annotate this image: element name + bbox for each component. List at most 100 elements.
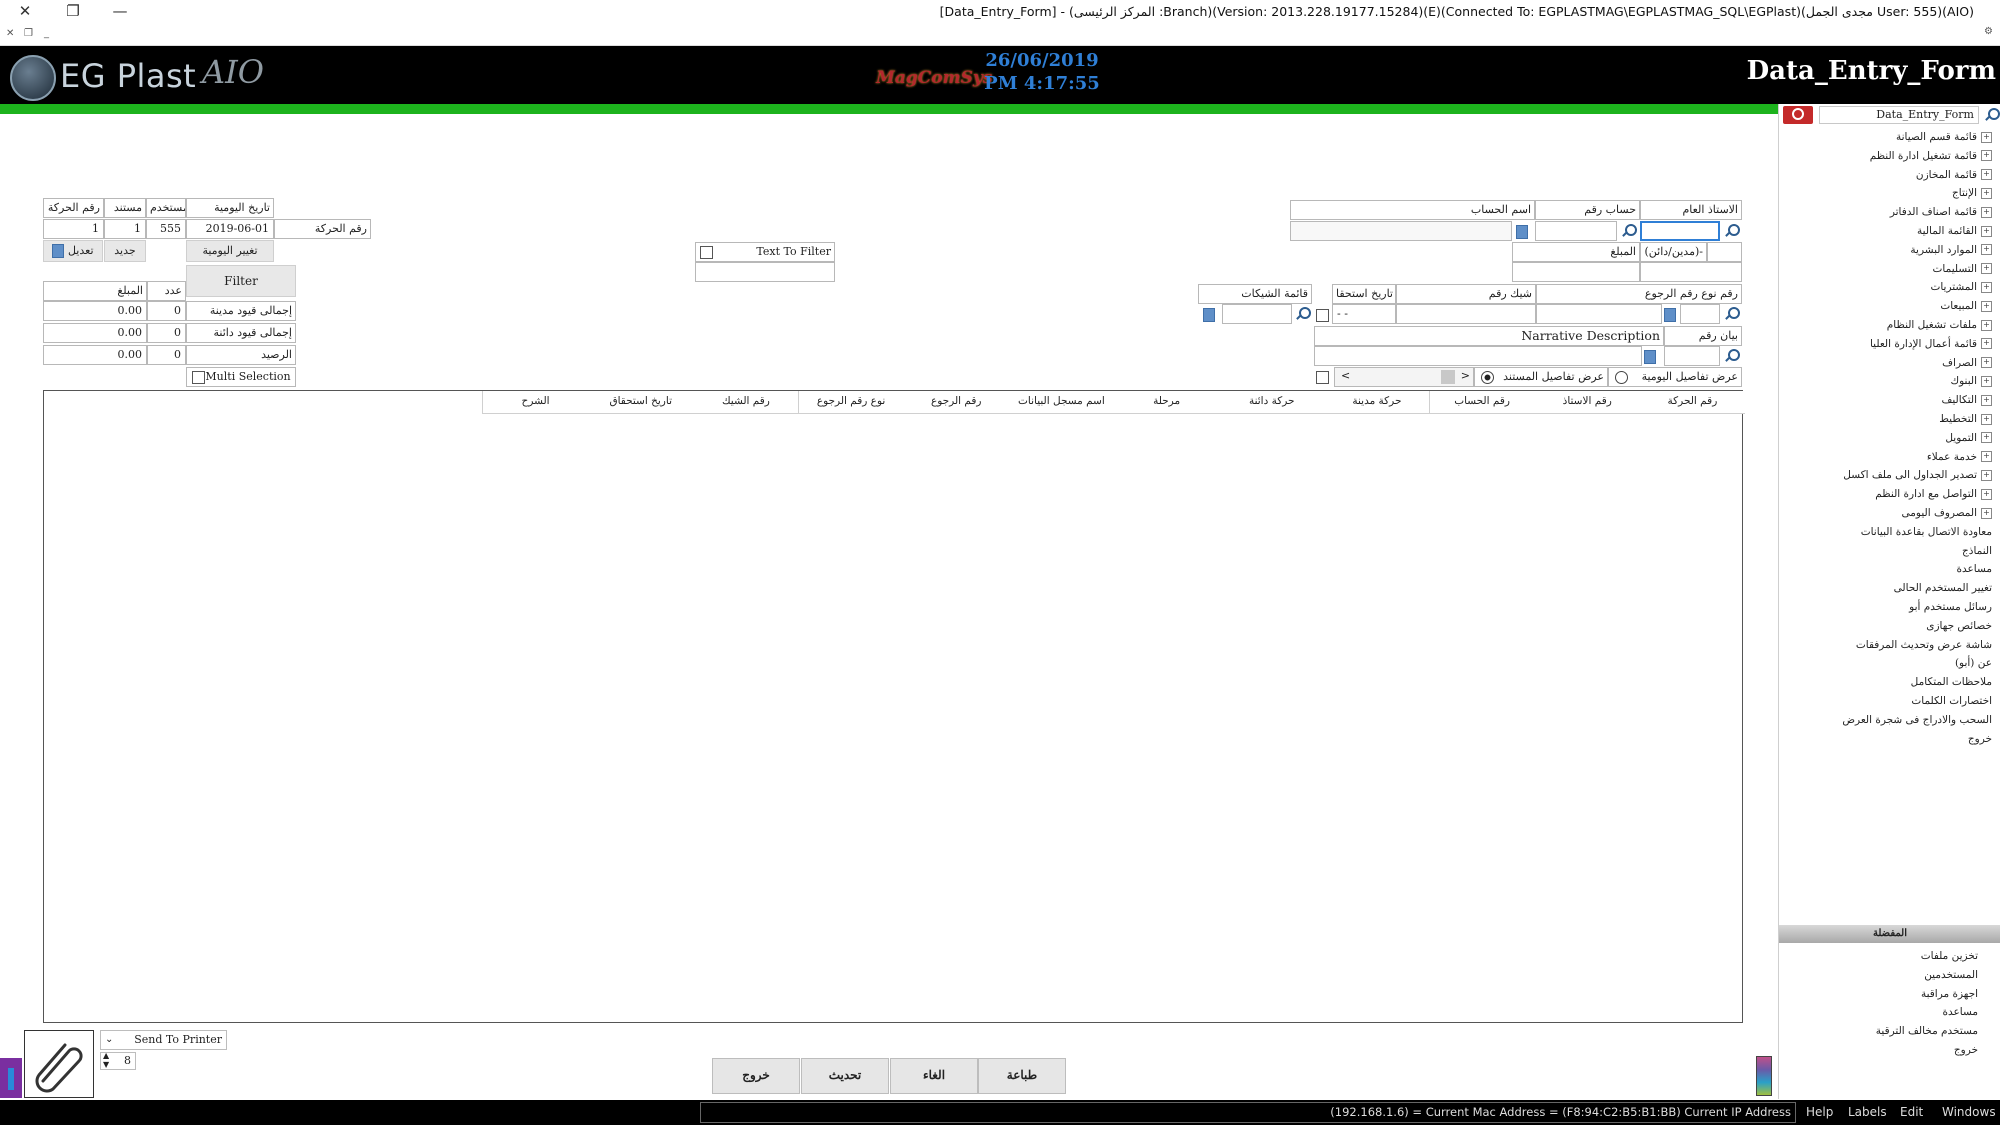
expand-icon[interactable]: +: [1981, 131, 1992, 143]
sidebar-tree-item[interactable]: ملاحظات المتكامل: [1911, 673, 1992, 691]
cheque-list-lookup-icon[interactable]: [1203, 308, 1215, 322]
grid-column-header[interactable]: رقم الحساب: [1428, 391, 1535, 414]
sidebar-tree-item[interactable]: البنوك +: [1950, 372, 1992, 390]
narrative-input[interactable]: [1314, 346, 1642, 366]
ref-lookup-icon[interactable]: [1664, 308, 1676, 322]
stepper-arrows-icon[interactable]: ▲ ▼: [103, 1051, 109, 1069]
sidebar-tree-item[interactable]: الإنتاج +: [1952, 184, 1992, 202]
print-button[interactable]: طباعة: [978, 1058, 1066, 1094]
sidebar-tree-item[interactable]: التمويل +: [1945, 429, 1992, 447]
sidebar-tree-item[interactable]: التكاليف +: [1941, 391, 1992, 409]
menu-windows[interactable]: Windows: [1942, 1105, 1996, 1119]
sidebar-tree-item[interactable]: خدمة عملاء +: [1927, 448, 1992, 466]
grid-column-header[interactable]: الشرح: [482, 391, 589, 414]
text-to-filter-input[interactable]: [695, 262, 835, 282]
expand-icon[interactable]: +: [1981, 206, 1992, 218]
sidebar-tree-item[interactable]: التسليمات +: [1933, 260, 1992, 278]
ref-type-input[interactable]: [1536, 304, 1662, 324]
sidebar-tree-item[interactable]: التخطيط +: [1939, 410, 1992, 428]
new-button[interactable]: جديد: [104, 240, 146, 262]
expand-icon[interactable]: +: [1981, 225, 1992, 237]
debit-credit-value[interactable]: [1640, 262, 1742, 282]
journal-details-radio[interactable]: [1615, 371, 1628, 384]
grid-column-header[interactable]: رقم الرجوع: [902, 391, 1009, 414]
cancel-button[interactable]: الغاء: [890, 1058, 978, 1094]
exit-button[interactable]: خروج: [712, 1058, 800, 1094]
statement-no-input[interactable]: [1664, 346, 1720, 366]
expand-icon[interactable]: +: [1981, 507, 1992, 519]
favorite-item[interactable]: مساعدة: [1943, 1003, 1978, 1021]
grid-column-header[interactable]: رقم الحركة: [1638, 391, 1745, 414]
multi-selection-option[interactable]: Multi Selection: [186, 367, 296, 387]
send-to-printer-dropdown[interactable]: ⌄ Send To Printer: [100, 1030, 227, 1050]
grid-column-header[interactable]: رقم الاستاذ: [1533, 391, 1640, 414]
grid-column-header[interactable]: نوع رقم الرجوع: [797, 391, 904, 414]
show-doc-details-option[interactable]: عرض تفاصيل المستند: [1474, 367, 1608, 387]
expand-icon[interactable]: +: [1981, 488, 1992, 500]
sidebar-tree-item[interactable]: المبيعات +: [1940, 297, 1992, 315]
expand-icon[interactable]: +: [1981, 394, 1992, 406]
navigator-checkbox[interactable]: [1316, 371, 1329, 384]
sidebar-tree-item[interactable]: المصروف اليومى +: [1902, 504, 1992, 522]
cheque-list-search-icon[interactable]: [1294, 306, 1311, 322]
expand-icon[interactable]: +: [1981, 244, 1992, 256]
account-lookup-icon[interactable]: [1516, 225, 1528, 239]
account-no-input[interactable]: [1535, 221, 1617, 241]
entries-grid[interactable]: رقم الحركة رقم الاستاذ رقم الحساب حركة مدين…: [43, 390, 1745, 1023]
account-search-icon[interactable]: [1620, 223, 1637, 239]
minimize-window-icon[interactable]: —: [105, 2, 135, 22]
expand-icon[interactable]: +: [1981, 432, 1992, 444]
sidebar-tree-item[interactable]: خروج: [1968, 730, 1992, 748]
close-window-icon[interactable]: ✕: [10, 2, 40, 22]
sidebar-tree-item[interactable]: ملفات تشغيل النظام +: [1887, 316, 1992, 334]
expand-icon[interactable]: +: [1981, 375, 1992, 387]
sidebar-tree-item[interactable]: تصدير الجداول الى ملف اكسل +: [1843, 466, 1992, 484]
sidebar-find-icon[interactable]: [1983, 107, 2000, 123]
expand-icon[interactable]: +: [1981, 150, 1992, 162]
sidebar-tree-item[interactable]: قائمة أعمال الإدارة العليا +: [1870, 335, 1992, 353]
cheque-list-input[interactable]: [1222, 304, 1292, 324]
edit-button[interactable]: تعديل: [43, 240, 103, 262]
expand-icon[interactable]: +: [1981, 319, 1992, 331]
sidebar-tree-item[interactable]: السحب والادراج فى شجرة العرض: [1842, 711, 1992, 729]
expand-icon[interactable]: +: [1981, 263, 1992, 275]
debit-credit-input[interactable]: [1707, 242, 1742, 262]
refresh-button[interactable]: تحديث: [801, 1058, 889, 1094]
expand-icon[interactable]: +: [1981, 338, 1992, 350]
filter-button[interactable]: Filter: [186, 265, 296, 297]
sidebar-tree-item[interactable]: رسائل مستخدم أبو: [1909, 598, 1992, 616]
sidebar-tree-item[interactable]: شاشة عرض وتحديث المرفقات: [1856, 636, 1992, 654]
grid-column-header[interactable]: تاريخ استحقاق: [587, 391, 694, 414]
sidebar-tree-item[interactable]: خصائص جهازى: [1926, 617, 1992, 635]
sidebar-tree-item[interactable]: قائمة تشغيل ادارة النظم +: [1870, 147, 1992, 165]
due-date-input[interactable]: - -: [1332, 304, 1396, 324]
expand-icon[interactable]: +: [1981, 281, 1992, 293]
sidebar-tree-item[interactable]: قائمة اصناف الدفاتر +: [1890, 203, 1992, 221]
user-value[interactable]: 555: [146, 219, 186, 239]
favorite-item[interactable]: مستخدم مخالف الترقية: [1876, 1022, 1978, 1040]
sidebar-tree-item[interactable]: عن (أبو): [1955, 654, 1992, 672]
favorite-item[interactable]: اجهزة مراقبة: [1921, 985, 1978, 1003]
copies-stepper[interactable]: ▲ ▼ 8: [100, 1051, 136, 1070]
expand-icon[interactable]: +: [1981, 187, 1992, 199]
restore-window-icon[interactable]: ❐: [58, 2, 88, 22]
change-journal-button[interactable]: تغيير اليومية: [186, 240, 274, 262]
general-ledger-input[interactable]: [1640, 221, 1720, 241]
ledger-search-icon[interactable]: [1723, 223, 1740, 239]
text-to-filter-checkbox[interactable]: [700, 246, 713, 259]
sidebar-tree-item[interactable]: مساعدة: [1957, 560, 1992, 578]
sidebar-tree-item[interactable]: قائمة المخازن +: [1916, 166, 1992, 184]
multi-selection-checkbox[interactable]: [192, 371, 205, 384]
sidebar-search-button[interactable]: [1783, 106, 1813, 124]
menu-edit[interactable]: Edit: [1900, 1105, 1923, 1119]
menu-help[interactable]: Help: [1806, 1105, 1833, 1119]
small-close-icon[interactable]: ✕: [6, 28, 14, 39]
expand-icon[interactable]: +: [1981, 413, 1992, 425]
statement-lookup-icon[interactable]: [1644, 350, 1656, 364]
amount-input[interactable]: [1512, 262, 1640, 282]
nav-next-icon[interactable]: >: [1461, 368, 1470, 384]
cheque-no-input[interactable]: [1396, 304, 1536, 324]
grid-column-header[interactable]: حركة مدينة: [1323, 391, 1430, 414]
sidebar-tree-item[interactable]: معاودة الاتصال بقاعدة البيانات: [1861, 523, 1992, 541]
expand-icon[interactable]: +: [1981, 469, 1992, 481]
